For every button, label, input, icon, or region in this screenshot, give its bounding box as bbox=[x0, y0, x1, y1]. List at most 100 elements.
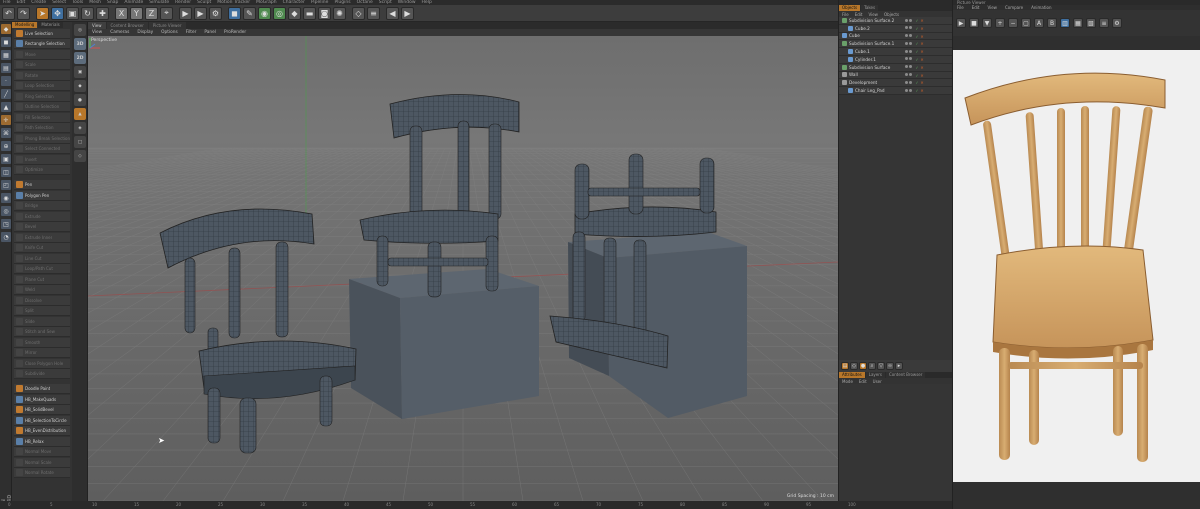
scale-icon[interactable]: ▣ bbox=[66, 6, 79, 20]
light-icon[interactable]: ✺ bbox=[333, 6, 346, 20]
attr-search-icon[interactable]: ⌕ bbox=[868, 362, 876, 370]
tool-scale[interactable]: Scale bbox=[14, 60, 70, 70]
mode-icon-1[interactable]: 3D bbox=[74, 38, 86, 50]
rotate-icon[interactable]: ↻ bbox=[81, 6, 94, 20]
pv-view-split-icon[interactable]: ▦ bbox=[1073, 18, 1083, 28]
tool-normal-rotate[interactable]: Normal Rotate bbox=[14, 468, 70, 478]
tweak-icon[interactable]: ⌘ bbox=[1, 128, 11, 138]
deformer-icon[interactable]: ◆ bbox=[288, 6, 301, 20]
tool-ring-selection[interactable]: Ring Selection bbox=[14, 91, 70, 102]
tab-content-browser[interactable]: Content Browser bbox=[886, 372, 926, 378]
locked-workplane-icon[interactable]: ◫ bbox=[1, 167, 11, 177]
pen-icon[interactable]: ✎ bbox=[243, 6, 256, 20]
attr-material-icon[interactable]: ● bbox=[859, 362, 867, 370]
tool-extrude-inner[interactable]: Extrude Inner bbox=[14, 232, 70, 243]
forward-arrow-icon[interactable]: ▶ bbox=[401, 6, 414, 20]
enable-axis-icon[interactable]: ✛ bbox=[1, 115, 11, 125]
live-selection-icon[interactable]: ➤ bbox=[36, 6, 49, 20]
tool-optimize[interactable]: Optimize bbox=[14, 165, 70, 175]
am-menu-user[interactable]: User bbox=[870, 379, 885, 384]
floor-icon[interactable]: ▬ bbox=[303, 6, 316, 20]
tool-path-selection[interactable]: Path Selection bbox=[14, 123, 70, 133]
tool-hb-selectiontocircle[interactable]: HB_SelectionToCircle bbox=[14, 415, 70, 426]
om-menu-edit[interactable]: Edit bbox=[852, 12, 866, 17]
uv-icon[interactable]: ◳ bbox=[1, 219, 11, 229]
viewport-menu-filter[interactable]: Filter bbox=[182, 30, 201, 35]
back-arrow-icon[interactable]: ◀ bbox=[386, 6, 399, 20]
planar-workplane-icon[interactable]: ◰ bbox=[1, 180, 11, 190]
mode-icon-0[interactable]: ◎ bbox=[74, 24, 86, 36]
pv-options-icon[interactable]: ⚙ bbox=[1112, 18, 1122, 28]
object-row-subdivision-surface-1[interactable]: Subdivision Surface.1 ✓ ✕ bbox=[839, 40, 952, 49]
viewport-menu-display[interactable]: Display bbox=[133, 30, 157, 35]
tool-live-selection[interactable]: Live Selection bbox=[14, 28, 70, 39]
pv-layers-icon[interactable]: ≡ bbox=[1099, 18, 1109, 28]
tool-subdivide[interactable]: Subdivide bbox=[14, 369, 70, 379]
pv-save-icon[interactable]: ▼ bbox=[982, 18, 992, 28]
visibility-flags[interactable] bbox=[905, 80, 913, 84]
texture-mode-icon[interactable]: ▦ bbox=[1, 50, 11, 60]
tool-pen[interactable]: Pen bbox=[14, 180, 70, 190]
tool-stitch-and-sew[interactable]: Stitch and Sew bbox=[14, 327, 70, 337]
cube-icon[interactable]: ◼ bbox=[228, 6, 241, 20]
camera-icon[interactable]: ◙ bbox=[318, 6, 331, 20]
tool-plane-cut[interactable]: Plane Cut bbox=[14, 274, 70, 285]
script-icon[interactable]: ≡ bbox=[367, 6, 380, 20]
render-settings-icon[interactable]: ⚙ bbox=[209, 6, 222, 20]
tool-hb-makequads[interactable]: HB_MakeQuads bbox=[14, 394, 70, 405]
object-row-development[interactable]: Development ✓ ✕ bbox=[839, 79, 952, 88]
tool-move[interactable]: Move bbox=[14, 49, 70, 60]
tool-fill-selection[interactable]: Fill Selection bbox=[14, 112, 70, 123]
tool-loop-selection[interactable]: Loop Selection bbox=[14, 81, 70, 91]
visibility-flags[interactable] bbox=[905, 26, 913, 30]
render-view-icon[interactable]: ▶ bbox=[179, 6, 192, 20]
pv-stop-icon[interactable]: ■ bbox=[969, 18, 979, 28]
object-row-subdivision-surface-2[interactable]: Subdivision Surface.2 ✓ ✕ bbox=[839, 17, 952, 25]
pv-menu-animation[interactable]: Animation bbox=[1027, 5, 1055, 10]
am-menu-mode[interactable]: Mode bbox=[839, 379, 856, 384]
tool-extrude[interactable]: Extrude bbox=[14, 211, 70, 222]
pv-histogram-icon[interactable]: ▧ bbox=[1086, 18, 1096, 28]
tool-split[interactable]: Split bbox=[14, 306, 70, 316]
visibility-flags[interactable] bbox=[905, 49, 913, 53]
extra-tool-icon[interactable]: ◇ bbox=[352, 6, 365, 20]
object-row-wall[interactable]: Wall ✓ ✕ bbox=[839, 71, 952, 80]
tool-close-polygon-hole[interactable]: Close Polygon Hole bbox=[14, 358, 70, 369]
recent-tools-icon[interactable]: ✚ bbox=[96, 6, 109, 20]
redo-icon[interactable]: ↷ bbox=[17, 6, 30, 20]
tool-mirror[interactable]: Mirror bbox=[14, 348, 70, 358]
undo-icon[interactable]: ↶ bbox=[2, 6, 15, 20]
viewport-menu-cameras[interactable]: Cameras bbox=[106, 30, 133, 35]
visibility-flags[interactable] bbox=[905, 73, 913, 77]
mode-icon-7[interactable]: ◈ bbox=[74, 122, 86, 134]
object-row-chair-leg-pad[interactable]: Chair Leg_Pad ✓ ✕ bbox=[839, 87, 952, 95]
tab-picture-viewer[interactable]: Picture Viewer bbox=[148, 22, 186, 29]
visibility-flags[interactable] bbox=[905, 57, 913, 61]
mode-icon-4[interactable]: ◆ bbox=[74, 80, 86, 92]
tool-line-cut[interactable]: Line Cut bbox=[14, 253, 70, 264]
coordinate-system-icon[interactable]: ⌖ bbox=[160, 6, 173, 20]
move-icon[interactable]: ✥ bbox=[51, 6, 64, 20]
tool-invert[interactable]: Invert bbox=[14, 154, 70, 165]
mode-icon-6[interactable]: ▲ bbox=[74, 108, 86, 120]
tool-bridge[interactable]: Bridge bbox=[14, 201, 70, 211]
tool-normal-scale[interactable]: Normal Scale bbox=[14, 457, 70, 468]
pv-render-icon[interactable]: ▶ bbox=[956, 18, 966, 28]
attr-more-icon[interactable]: ▸ bbox=[895, 362, 903, 370]
tab-materials[interactable]: Materials bbox=[38, 22, 63, 28]
object-row-cylinder-1[interactable]: Cylinder.1 ✓ ✕ bbox=[839, 55, 952, 64]
tab-modelling[interactable]: Modelling bbox=[12, 22, 38, 28]
om-menu-objects[interactable]: Objects bbox=[881, 12, 902, 17]
tool-phong-break-selection[interactable]: Phong Break Selection bbox=[14, 133, 70, 144]
mode-icon-8[interactable]: □ bbox=[74, 136, 86, 148]
pedestal-cube-middle[interactable] bbox=[349, 269, 539, 419]
array-icon[interactable]: ◎ bbox=[273, 6, 286, 20]
mode-icon-5[interactable]: ● bbox=[74, 94, 86, 106]
render-to-picture-viewer-icon[interactable]: ▶ bbox=[194, 6, 207, 20]
workplane-icon[interactable]: ▤ bbox=[1, 63, 11, 73]
pv-view-single-icon[interactable]: ▥ bbox=[1060, 18, 1070, 28]
pv-menu-compare[interactable]: Compare bbox=[1001, 5, 1027, 10]
object-row-subdivision-surface[interactable]: Subdivision Surface ✓ ✕ bbox=[839, 63, 952, 72]
tool-slide[interactable]: Slide bbox=[14, 316, 70, 327]
visibility-flags[interactable] bbox=[905, 65, 913, 69]
